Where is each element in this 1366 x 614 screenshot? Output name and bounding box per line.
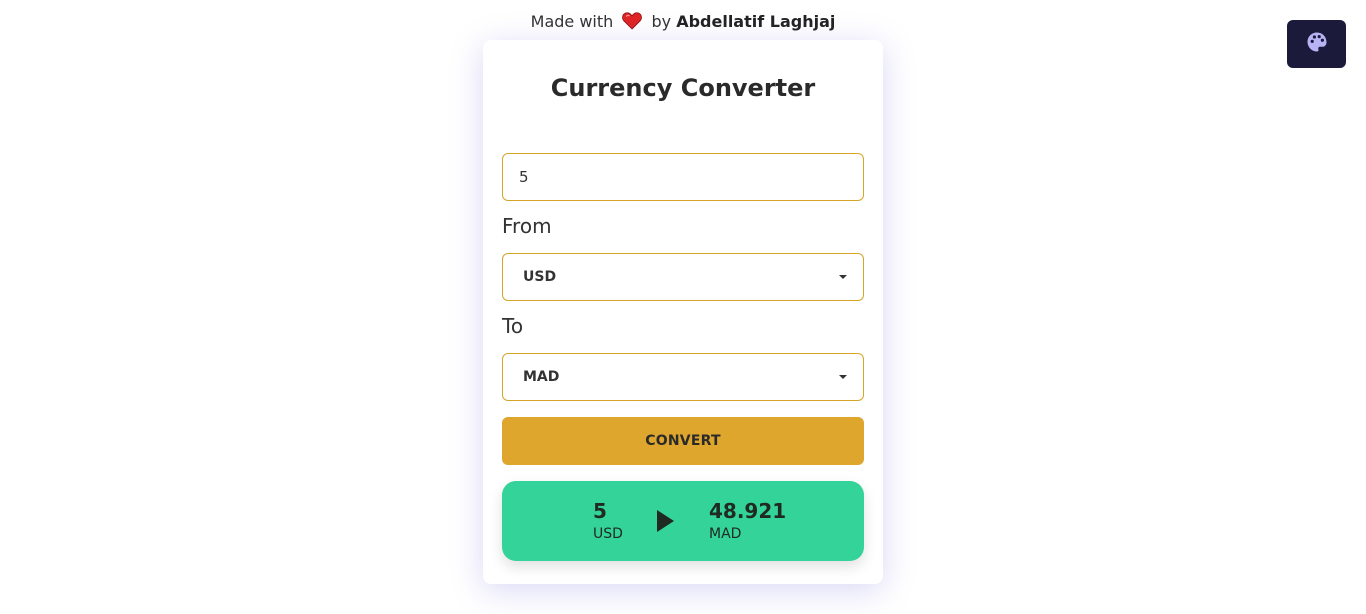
to-label: To [502, 314, 524, 338]
from-currency-select[interactable]: USD [502, 253, 864, 301]
amount-input[interactable] [502, 153, 864, 201]
converter-card: Currency Converter From USD To MAD CONVE… [483, 40, 883, 584]
result-to-currency: MAD [709, 526, 742, 542]
chevron-down-icon [839, 275, 847, 279]
result-from-amount: 5 [593, 499, 607, 523]
chevron-down-icon [839, 375, 847, 379]
result-from-currency: USD [593, 526, 623, 542]
to-currency-value: MAD [523, 369, 560, 385]
convert-button[interactable]: CONVERT [502, 417, 864, 465]
result-from: 5 USD [593, 498, 623, 544]
heart-icon [622, 12, 643, 37]
credit-author: Abdellatif Laghjaj [676, 12, 836, 31]
result-to: 48.921 MAD [709, 498, 786, 544]
to-currency-select[interactable]: MAD [502, 353, 864, 401]
credit-prefix: Made with [530, 12, 614, 31]
from-label: From [502, 214, 552, 238]
from-currency-value: USD [523, 269, 557, 285]
page-title: Currency Converter [550, 74, 816, 102]
result-to-amount: 48.921 [709, 499, 787, 523]
play-arrow-icon [657, 510, 674, 532]
result-panel: 5 USD 48.921 MAD [502, 481, 864, 561]
theme-toggle-button[interactable] [1287, 20, 1346, 68]
credit-line: Made with by Abdellatif Laghjaj [0, 10, 1366, 37]
palette-icon [1306, 31, 1328, 57]
credit-by: by [651, 12, 672, 31]
